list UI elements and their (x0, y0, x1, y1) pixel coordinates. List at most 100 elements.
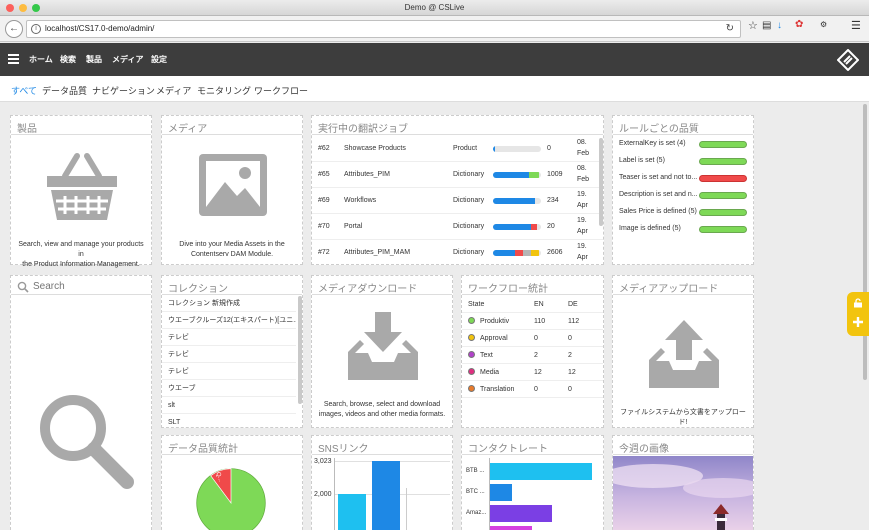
weekly-image-widget[interactable]: 今週の画像 (612, 435, 754, 530)
divider (462, 294, 603, 295)
list-item[interactable]: SLT (162, 414, 296, 427)
tab-all[interactable]: すべて (11, 84, 37, 97)
divider (312, 134, 603, 135)
chart-bar[interactable] (490, 463, 592, 480)
progress-bar (493, 250, 541, 256)
list-item[interactable]: テレビ (162, 363, 296, 380)
status-dot (468, 368, 475, 375)
axis-tick-label: 2,000 (314, 491, 332, 498)
menu-item-home[interactable]: ホーム (29, 54, 53, 65)
translation-jobs-widget[interactable]: 実行中の翻訳ジョブ #62 Showcase Products Product 0… (311, 115, 604, 265)
table-row[interactable]: #62 Showcase Products Product 0 08. Feb (312, 136, 603, 162)
widget-title: メディア (168, 124, 208, 135)
color-extension-icon[interactable]: ✿ (795, 19, 803, 30)
widget-title: コンタクトレート (468, 444, 548, 455)
tab-media[interactable]: メディア (156, 84, 191, 97)
window-titlebar: Demo @ CSLive (0, 0, 869, 16)
progress-bar (493, 146, 541, 152)
chart-bar[interactable] (372, 461, 400, 530)
table-row[interactable]: Translation 0 0 (462, 381, 603, 398)
url-text: localhost/CS17.0-demo/admin/ (45, 24, 155, 33)
collection-widget[interactable]: コレクション コレクション 新規作成 ウエーブクルーズ12(エキスパート)[ユニ… (161, 275, 303, 428)
list-item[interactable]: ウエーブクルーズ12(エキスパート)[ユニ... (162, 312, 296, 329)
list-item[interactable]: Description is set and n... (613, 188, 753, 205)
shopping-basket-icon (47, 153, 117, 220)
chart-bar[interactable] (338, 494, 366, 530)
menu-item-products[interactable]: 製品 (86, 54, 102, 65)
contact-rate-widget[interactable]: コンタクトレート BTB ... BTC ... Amaz... ... (461, 435, 604, 530)
divider (312, 294, 452, 295)
list-item[interactable]: ウエーブ (162, 380, 296, 397)
close-window-button[interactable] (6, 4, 14, 12)
list-item[interactable]: Sales Price is defined (5) (613, 205, 753, 222)
download-icon[interactable]: ↓ (777, 20, 782, 31)
tab-data-quality[interactable]: データ品質 (42, 84, 87, 97)
hamburger-menu-icon[interactable] (8, 54, 19, 64)
browser-menu-icon[interactable]: ☰ (851, 19, 861, 32)
gridline (406, 488, 407, 530)
back-button[interactable]: ← (5, 20, 23, 38)
contentserv-logo-icon[interactable] (837, 49, 859, 71)
table-row[interactable]: Approval 0 0 (462, 330, 603, 347)
media-widget[interactable]: メディア Dive into your Media Assets in the C… (161, 115, 303, 265)
table-row[interactable]: #70 Portal Dictionary 20 19. Apr (312, 214, 603, 240)
menu-item-media[interactable]: メディア (112, 54, 143, 65)
table-row[interactable]: #69 Workflows Dictionary 234 19. Apr (312, 188, 603, 214)
table-row[interactable]: #72 Attributes_PIM_MAM Dictionary 2606 19… (312, 240, 603, 264)
media-download-widget[interactable]: メディアダウンロード Search, browse, select and do… (311, 275, 453, 428)
address-bar[interactable]: i localhost/CS17.0-demo/admin/ ↻ (26, 20, 741, 38)
side-panel-handle[interactable] (847, 292, 869, 336)
sns-links-widget[interactable]: SNSリンク 3,023 2,000 (311, 435, 453, 530)
rule-quality-widget[interactable]: ルールごとの品質 ExternalKey is set (4) Label is… (612, 115, 754, 265)
tab-monitoring[interactable]: モニタリング (197, 84, 251, 97)
search-widget[interactable] (10, 275, 152, 530)
table-row[interactable]: Produktiv 110 112 (462, 313, 603, 330)
divider (11, 294, 151, 295)
chart-bar[interactable] (490, 505, 552, 522)
featured-photo[interactable] (613, 456, 754, 530)
tab-navigation[interactable]: ナビゲーション (92, 84, 155, 97)
widget-description: Search, browse, select and download image… (318, 401, 446, 418)
list-item[interactable]: slt (162, 397, 296, 414)
chart-bar[interactable] (490, 526, 532, 530)
tab-workflow[interactable]: ワークフロー (254, 84, 308, 97)
products-widget[interactable]: 製品 Search, view and manage your products… (10, 115, 152, 268)
table-row[interactable]: Text 2 2 (462, 347, 603, 364)
scrollbar[interactable] (298, 296, 302, 404)
data-quality-stats-widget[interactable]: データ品質統計 Q... (161, 435, 303, 530)
reload-icon[interactable]: ↻ (726, 21, 734, 37)
menu-item-search[interactable]: 検索 (60, 54, 76, 65)
table-row[interactable]: Media 12 12 (462, 364, 603, 381)
y-axis (334, 458, 335, 530)
bookmark-star-icon[interactable]: ☆ (748, 19, 758, 32)
window-title: Demo @ CSLive (404, 3, 465, 12)
page-scrollbar[interactable] (863, 104, 867, 380)
list-item[interactable]: ExternalKey is set (4) (613, 137, 753, 154)
media-upload-widget[interactable]: メディアアップロード ファイルシステムから文書をアップロード! (612, 275, 754, 428)
workflow-stats-widget[interactable]: ワークフロー統計 State EN DE Produktiv 110 112 Appro… (461, 275, 604, 428)
list-item[interactable]: テレビ (162, 329, 296, 346)
widget-description: ファイルシステムから文書をアップロード! (620, 409, 746, 426)
chart-bar[interactable] (490, 484, 512, 501)
maximize-window-button[interactable] (32, 4, 40, 12)
widget-title: データ品質統計 (168, 444, 238, 455)
search-input[interactable] (33, 279, 145, 293)
menu-item-settings[interactable]: 設定 (151, 54, 167, 65)
minimize-window-button[interactable] (19, 4, 27, 12)
table-row[interactable]: #65 Attributes_PIM Dictionary 1009 08. Feb (312, 162, 603, 188)
info-icon[interactable]: i (31, 24, 41, 34)
reading-list-icon[interactable]: ▤ (762, 20, 771, 31)
list-item[interactable]: Image is defined (5) (613, 222, 753, 239)
extension-icon[interactable]: ⚙ (820, 20, 827, 29)
list-item[interactable]: コレクション 新規作成 (162, 295, 296, 312)
status-dot (468, 385, 475, 392)
status-dot (468, 317, 475, 324)
widget-title: 実行中の翻訳ジョブ (318, 124, 408, 135)
divider (162, 454, 302, 455)
scrollbar[interactable] (599, 138, 603, 226)
list-item[interactable]: Label is set (5) (613, 154, 753, 171)
status-bar (699, 141, 747, 148)
list-item[interactable]: Teaser is set and not to... (613, 171, 753, 188)
divider (613, 454, 753, 455)
list-item[interactable]: テレビ (162, 346, 296, 363)
